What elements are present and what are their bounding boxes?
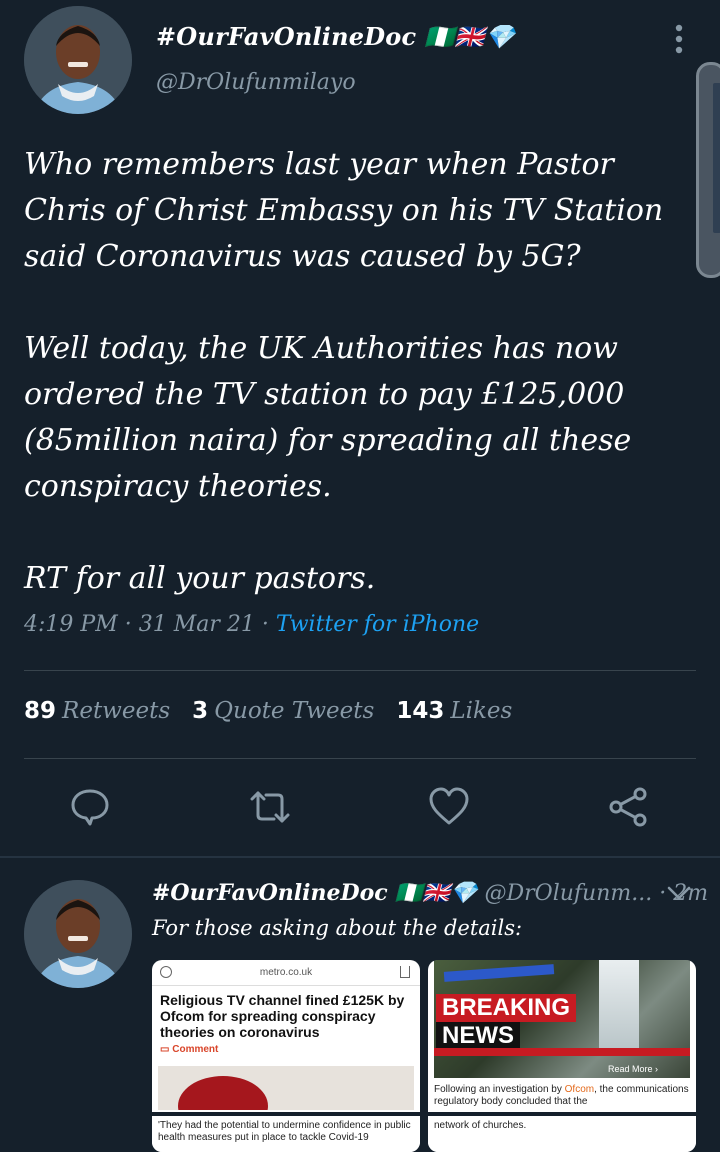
media-image[interactable]: BREAKING NEWS Read More › Following an i… [428, 960, 696, 1152]
tweet-meta: 4:19 PM · 31 Mar 21 · Twitter for iPhone [24, 612, 479, 637]
reply-icon[interactable] [68, 785, 112, 829]
like-icon[interactable] [427, 785, 471, 829]
news-label: NEWS [436, 1022, 520, 1050]
read-more-link: Read More › [608, 1064, 659, 1074]
display-name[interactable]: #OurFavOnlineDoc 🇳🇬🇬🇧💎 [152, 880, 478, 906]
tweet-source-link[interactable]: Twitter for iPhone [276, 612, 479, 637]
comment-link: ▭ Comment [160, 1044, 219, 1055]
article-caption: network of churches. [428, 1112, 696, 1152]
article-caption: Following an investigation by Ofcom, the… [434, 1084, 689, 1107]
section-divider [0, 856, 720, 858]
likes-stat[interactable]: 143 Likes [396, 698, 512, 724]
tweet-actions [0, 785, 720, 835]
display-name[interactable]: #OurFavOnlineDoc 🇳🇬🇬🇧💎 [156, 22, 515, 51]
breaking-label: BREAKING [436, 994, 577, 1022]
tweet-stats: 89 Retweets 3 Quote Tweets 143 Likes [24, 698, 512, 724]
article-caption: 'They had the potential to undermine con… [152, 1112, 420, 1152]
retweet-icon[interactable] [248, 785, 292, 829]
quote-tweets-stat[interactable]: 3 Quote Tweets [192, 698, 374, 724]
browser-url-bar: metro.co.uk [152, 960, 420, 986]
article-photo [158, 1066, 414, 1110]
more-options-icon[interactable] [664, 22, 694, 56]
site-url: metro.co.uk [259, 967, 313, 978]
tweet-timestamp: 4:19 PM · 31 Mar 21 · [24, 612, 276, 637]
tweet-text: Who remembers last year when Pastor Chri… [24, 147, 664, 596]
media-image[interactable]: metro.co.uk Religious TV channel fined £… [152, 960, 420, 1152]
divider [24, 758, 696, 759]
avatar[interactable] [24, 880, 132, 988]
chevron-down-icon[interactable] [666, 882, 692, 904]
share-icon [400, 966, 410, 978]
user-handle[interactable]: @DrOlufunmilayo [156, 70, 356, 95]
divider [24, 670, 696, 671]
scroll-handle[interactable] [696, 62, 720, 278]
info-icon [160, 966, 172, 978]
reply-header: #OurFavOnlineDoc 🇳🇬🇬🇧💎 @DrOlufunm... · 2… [152, 880, 708, 906]
avatar[interactable] [24, 6, 132, 114]
retweets-stat[interactable]: 89 Retweets [24, 698, 170, 724]
article-headline: Religious TV channel fined £125K by Ofco… [160, 992, 405, 1040]
share-icon[interactable] [607, 785, 651, 829]
user-handle[interactable]: @DrOlufunm... [485, 881, 653, 906]
reply-text: For those asking about the details: [152, 916, 523, 940]
